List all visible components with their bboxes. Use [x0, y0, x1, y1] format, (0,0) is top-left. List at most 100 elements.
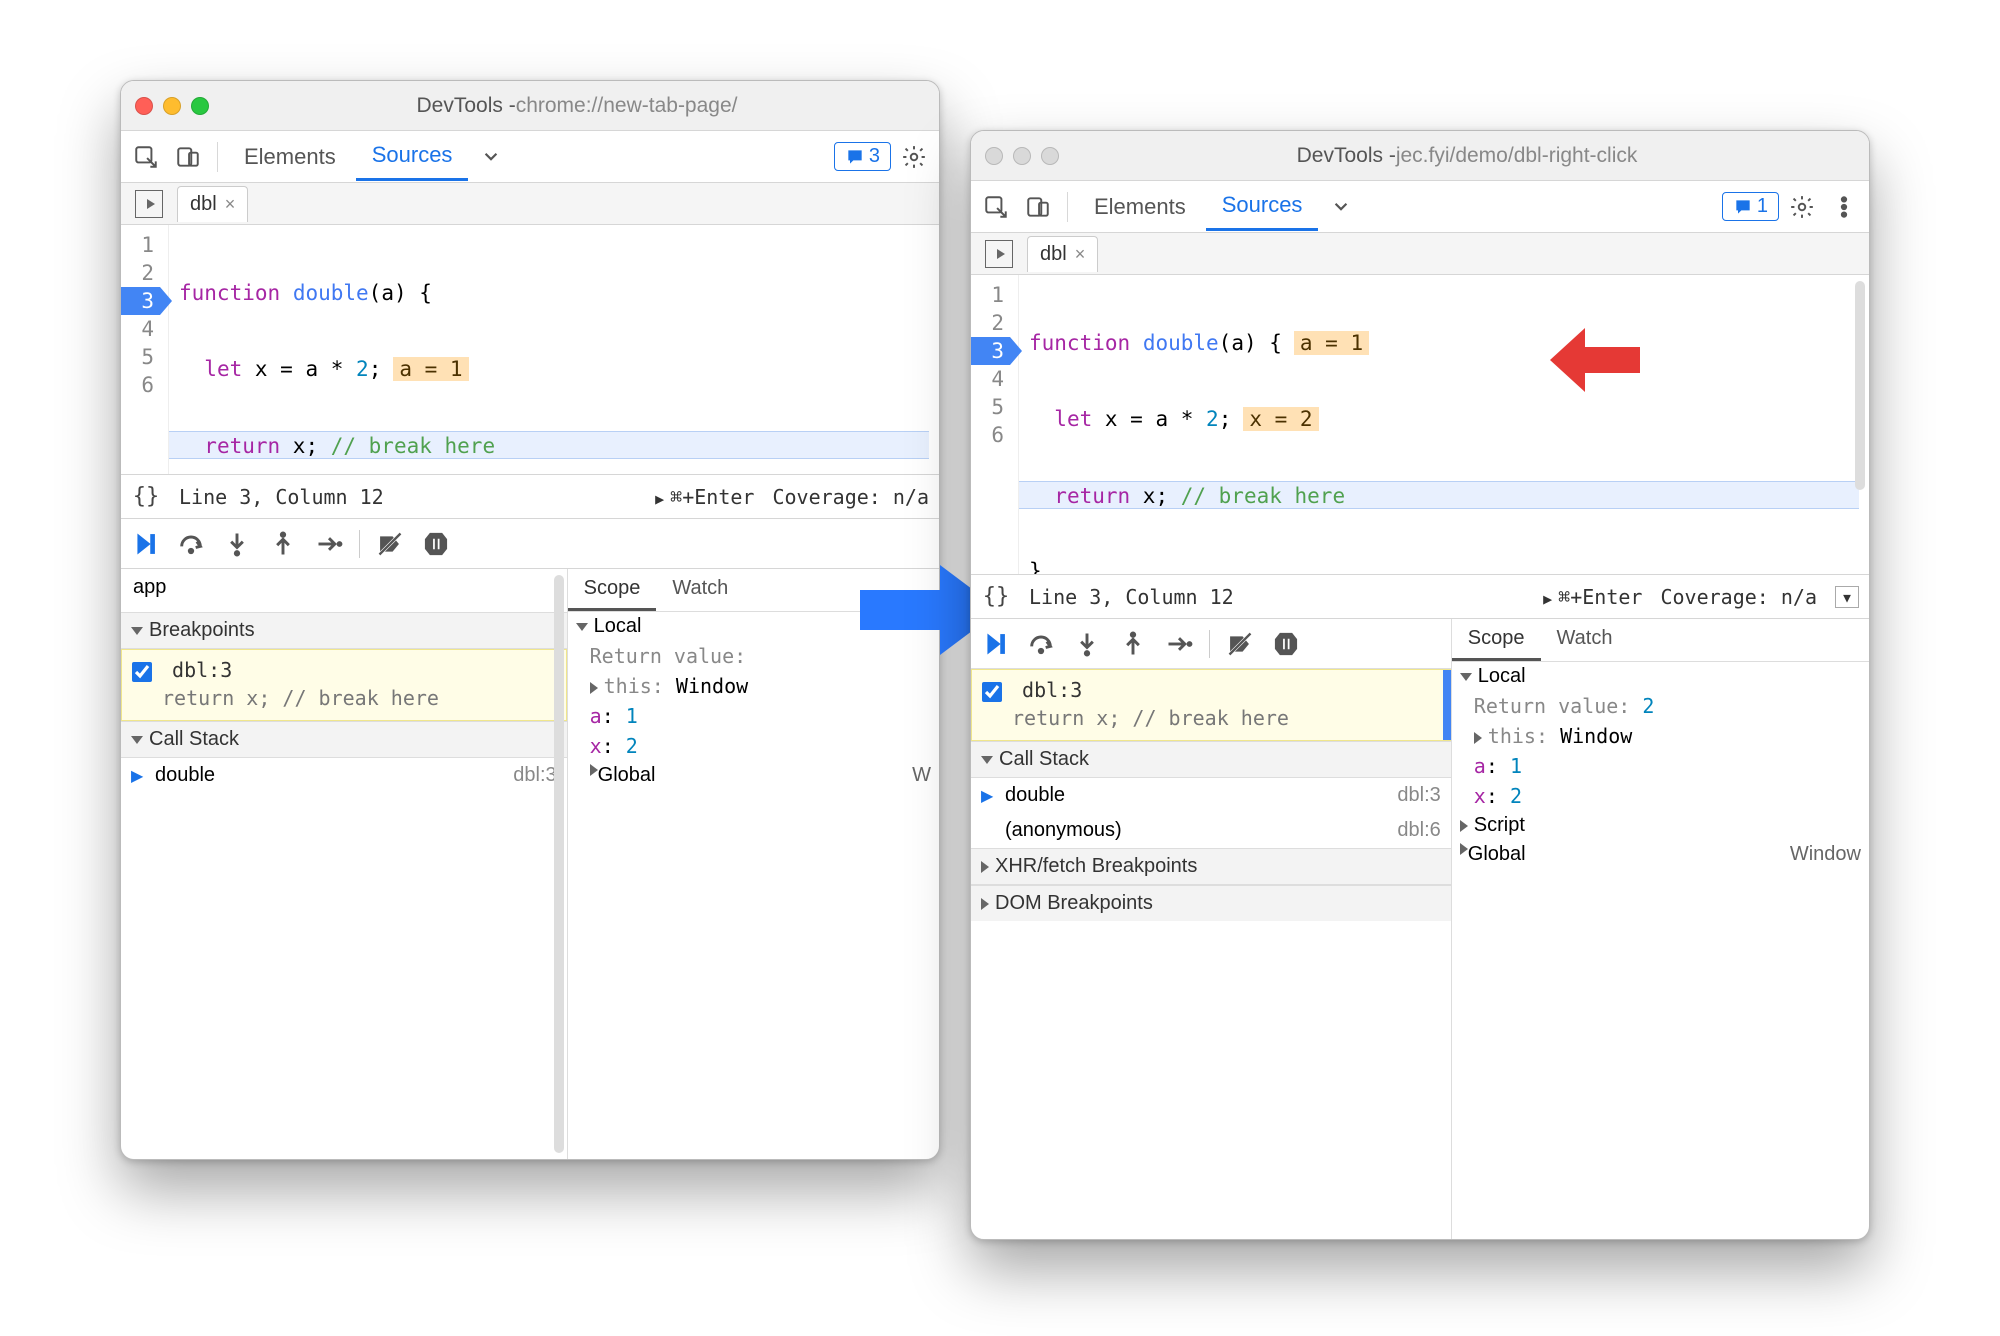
step-into-icon[interactable]: [221, 528, 253, 560]
resume-icon[interactable]: [979, 628, 1011, 660]
pause-exceptions-icon[interactable]: [1270, 628, 1302, 660]
debugger-controls: [971, 619, 1451, 669]
xhr-breakpoints-header[interactable]: XHR/fetch Breakpoints: [971, 848, 1451, 885]
tab-scope[interactable]: Scope: [1452, 619, 1541, 661]
breakpoint-item[interactable]: dbl:3 return x; // break here: [971, 669, 1451, 741]
breakpoints-header[interactable]: Breakpoints: [121, 612, 567, 649]
debugger-panels: dbl:3 return x; // break here Call Stack…: [971, 619, 1869, 1239]
code-editor[interactable]: 1 2 3 4 5 6 function double(a) { let x =…: [121, 225, 939, 475]
minimize-window-icon[interactable]: [163, 97, 181, 115]
close-file-icon[interactable]: ×: [225, 194, 236, 215]
current-frame-icon: ▶: [981, 786, 997, 806]
breakpoint-item[interactable]: dbl:3 return x; // break here: [121, 649, 567, 721]
tab-scope[interactable]: Scope: [568, 569, 657, 611]
scrollbar[interactable]: [554, 575, 564, 1153]
stack-frame[interactable]: ▶ double dbl:3: [121, 758, 567, 793]
titlebar: DevTools - chrome://new-tab-page/: [121, 81, 939, 131]
tab-watch[interactable]: Watch: [656, 569, 744, 611]
call-stack-header[interactable]: Call Stack: [121, 721, 567, 758]
step-over-icon[interactable]: [1025, 628, 1057, 660]
navigator-toggle-icon[interactable]: [135, 190, 163, 218]
pause-exceptions-icon[interactable]: [420, 528, 452, 560]
maximize-window-icon[interactable]: [1041, 147, 1059, 165]
titlebar: DevTools - jec.fyi/demo/dbl-right-click: [971, 131, 1869, 181]
close-window-icon[interactable]: [985, 147, 1003, 165]
file-tab-row: dbl ×: [971, 233, 1869, 275]
file-tab-dbl[interactable]: dbl ×: [1027, 236, 1098, 272]
inline-preview: x = 2: [1243, 407, 1318, 431]
stack-frame[interactable]: (anonymous) dbl:6: [971, 813, 1451, 848]
step-icon[interactable]: [1163, 628, 1195, 660]
tab-elements[interactable]: Elements: [228, 134, 352, 180]
tab-watch[interactable]: Watch: [1541, 619, 1629, 661]
breakpoint-stripe: [1443, 670, 1451, 740]
stack-frame[interactable]: ▶ double dbl:3: [971, 778, 1451, 813]
code-lines: function double(a) { let x = a * 2;a = 1…: [169, 225, 939, 474]
tab-elements[interactable]: Elements: [1078, 184, 1202, 230]
scope-entry: app: [129, 573, 559, 602]
panel-toolbar: Elements Sources 1: [971, 181, 1869, 233]
editor-status-bar: {} Line 3, Column 12 ⌘+Enter Coverage: n…: [971, 575, 1869, 619]
debugger-controls: [121, 519, 939, 569]
inspect-element-icon[interactable]: [977, 188, 1015, 226]
device-toggle-icon[interactable]: [1019, 188, 1057, 226]
resume-icon[interactable]: [129, 528, 161, 560]
minimize-window-icon[interactable]: [1013, 147, 1031, 165]
tab-sources[interactable]: Sources: [1206, 182, 1319, 231]
line-gutter: 1 2 3 4 5 6: [121, 225, 169, 474]
maximize-window-icon[interactable]: [191, 97, 209, 115]
device-toggle-icon[interactable]: [169, 138, 207, 176]
step-into-icon[interactable]: [1071, 628, 1103, 660]
step-over-icon[interactable]: [175, 528, 207, 560]
pretty-print-icon[interactable]: {}: [981, 584, 1011, 609]
highlight-arrow-icon: [1550, 325, 1640, 400]
deactivate-breakpoints-icon[interactable]: [1224, 628, 1256, 660]
step-icon[interactable]: [313, 528, 345, 560]
inspect-element-icon[interactable]: [127, 138, 165, 176]
run-snippet-hint: ⌘+Enter: [655, 485, 754, 509]
coverage-status: Coverage: n/a: [772, 485, 929, 509]
window-title: DevTools - chrome://new-tab-page/: [229, 94, 925, 118]
more-tabs-icon[interactable]: [472, 138, 510, 176]
call-stack-header[interactable]: Call Stack: [971, 741, 1451, 778]
devtools-window-after: DevTools - jec.fyi/demo/dbl-right-click …: [970, 130, 1870, 1240]
dom-breakpoints-header[interactable]: DOM Breakpoints: [971, 885, 1451, 921]
navigator-toggle-icon[interactable]: [985, 240, 1013, 268]
file-tab-dbl[interactable]: dbl ×: [177, 186, 248, 222]
issues-badge[interactable]: 3: [834, 142, 891, 171]
tab-sources[interactable]: Sources: [356, 132, 469, 181]
current-frame-icon: ▶: [131, 766, 147, 786]
close-window-icon[interactable]: [135, 97, 153, 115]
inline-preview: a = 1: [393, 357, 468, 381]
devtools-window-before: DevTools - chrome://new-tab-page/ Elemen…: [120, 80, 940, 1160]
breakpoint-checkbox[interactable]: [982, 682, 1002, 702]
toggle-sidebar-icon[interactable]: ▾: [1835, 586, 1859, 608]
deactivate-breakpoints-icon[interactable]: [374, 528, 406, 560]
code-lines: function double(a) {a = 1 let x = a * 2;…: [1019, 275, 1869, 574]
cursor-position: Line 3, Column 12: [179, 485, 384, 509]
gear-icon[interactable]: [895, 138, 933, 176]
file-tab-row: dbl ×: [121, 183, 939, 225]
run-snippet-hint: ⌘+Enter: [1543, 585, 1642, 609]
breakpoint-marker[interactable]: 3: [121, 287, 160, 315]
more-tabs-icon[interactable]: [1322, 188, 1360, 226]
pretty-print-icon[interactable]: {}: [131, 484, 161, 509]
scrollbar[interactable]: [1855, 281, 1865, 490]
panel-toolbar: Elements Sources 3: [121, 131, 939, 183]
issues-badge[interactable]: 1: [1722, 192, 1779, 221]
window-title: DevTools - jec.fyi/demo/dbl-right-click: [1079, 144, 1855, 168]
kebab-menu-icon[interactable]: [1825, 188, 1863, 226]
step-out-icon[interactable]: [267, 528, 299, 560]
debugger-panels: app Breakpoints dbl:3 return x; // break…: [121, 569, 939, 1159]
line-gutter: 1 2 3 4 5 6: [971, 275, 1019, 574]
gear-icon[interactable]: [1783, 188, 1821, 226]
close-file-icon[interactable]: ×: [1075, 244, 1086, 265]
breakpoint-checkbox[interactable]: [132, 662, 152, 682]
coverage-status: Coverage: n/a: [1660, 585, 1817, 609]
step-out-icon[interactable]: [1117, 628, 1149, 660]
cursor-position: Line 3, Column 12: [1029, 585, 1234, 609]
editor-status-bar: {} Line 3, Column 12 ⌘+Enter Coverage: n…: [121, 475, 939, 519]
code-editor[interactable]: 1 2 3 4 5 6 function double(a) {a = 1 le…: [971, 275, 1869, 575]
scope-tabs: Scope Watch: [1452, 619, 1869, 662]
breakpoint-marker[interactable]: 3: [971, 337, 1010, 365]
